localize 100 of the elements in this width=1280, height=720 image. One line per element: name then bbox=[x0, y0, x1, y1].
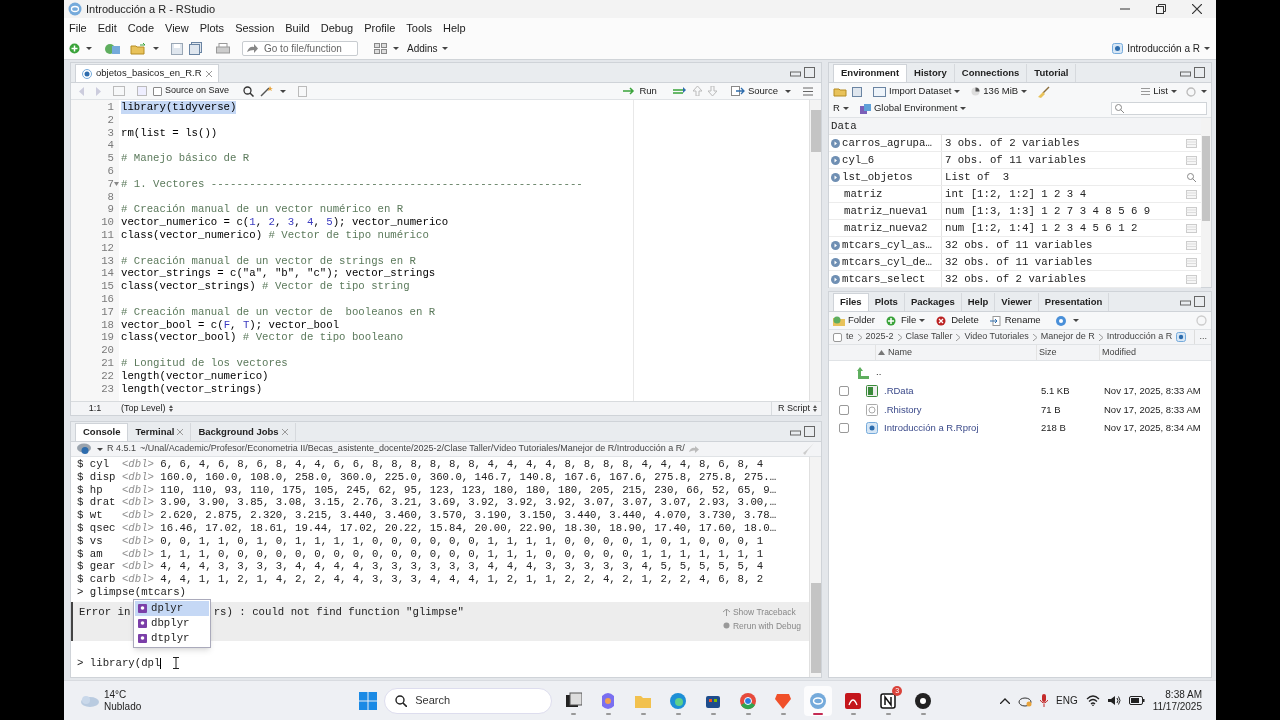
expand-icon[interactable] bbox=[831, 240, 840, 250]
goto-file-field[interactable]: Go to file/function bbox=[242, 41, 358, 56]
show-in-window-icon[interactable] bbox=[113, 86, 125, 96]
expand-icon[interactable] bbox=[831, 274, 840, 284]
save-icon[interactable] bbox=[137, 86, 147, 96]
restore-icon[interactable] bbox=[1156, 4, 1166, 14]
run-button[interactable]: Run bbox=[623, 83, 657, 99]
variable-name[interactable]: carros_agrupa… bbox=[842, 135, 932, 152]
menu-item[interactable]: File bbox=[69, 19, 87, 37]
maximize-pane-icon[interactable] bbox=[1194, 296, 1205, 307]
scrollbar[interactable] bbox=[1201, 118, 1211, 287]
source-on-save-checkbox[interactable]: Source on Save bbox=[153, 84, 230, 98]
print-icon[interactable] bbox=[216, 42, 230, 55]
rerun-icon[interactable] bbox=[672, 86, 687, 96]
close-icon[interactable] bbox=[1192, 4, 1202, 14]
rename-button[interactable]: Rename bbox=[989, 313, 1041, 328]
column-header[interactable]: Size bbox=[1037, 345, 1100, 360]
taskbar-search-field[interactable]: Search bbox=[384, 687, 553, 714]
clock-time[interactable]: 8:38 AM bbox=[1165, 688, 1202, 701]
menu-item[interactable]: Help bbox=[443, 19, 466, 37]
scrollbar[interactable] bbox=[809, 457, 821, 677]
battery-icon[interactable] bbox=[1128, 696, 1145, 705]
save-all-icon[interactable] bbox=[189, 42, 202, 55]
minimize-pane-icon[interactable] bbox=[790, 427, 801, 436]
magic-wand-icon[interactable] bbox=[260, 85, 275, 97]
variable-name[interactable]: mtcars_cyl_de… bbox=[842, 254, 932, 271]
load-workspace-icon[interactable] bbox=[833, 86, 847, 97]
scrollbar[interactable] bbox=[809, 100, 821, 401]
expand-icon[interactable] bbox=[831, 172, 840, 182]
breadcrumb-link[interactable]: Introducción a R bbox=[1106, 330, 1173, 344]
variable-name[interactable]: cyl_6 bbox=[842, 152, 875, 169]
open-folder-icon[interactable] bbox=[130, 42, 147, 55]
search-icon[interactable] bbox=[243, 85, 255, 97]
broom-icon[interactable] bbox=[1038, 85, 1051, 98]
menu-icon[interactable] bbox=[803, 86, 813, 96]
maximize-pane-icon[interactable] bbox=[1194, 67, 1205, 78]
minimize-pane-icon[interactable] bbox=[1180, 297, 1191, 306]
file-link[interactable]: Introducción a R.Rproj bbox=[884, 421, 1039, 436]
more-button[interactable]: ... bbox=[1194, 330, 1207, 344]
refresh-icon[interactable] bbox=[1186, 86, 1196, 97]
file-tab[interactable]: objetos_basicos_en_R.R bbox=[75, 64, 219, 82]
menu-item[interactable]: Session bbox=[235, 19, 275, 37]
chevron-up-icon[interactable] bbox=[1000, 697, 1010, 704]
r-version-icon[interactable] bbox=[77, 443, 91, 455]
breadcrumb-link[interactable]: Manejor de R bbox=[1040, 330, 1095, 344]
project-icon[interactable] bbox=[104, 42, 120, 55]
breadcrumb-link[interactable]: Video Tutoriales bbox=[964, 330, 1029, 344]
cloud-sync-icon[interactable] bbox=[1018, 694, 1032, 707]
grid-layout-icon[interactable] bbox=[374, 43, 387, 54]
clock-date[interactable]: 11/17/2025 bbox=[1152, 700, 1202, 713]
menu-item[interactable]: Debug bbox=[320, 19, 354, 37]
parent-folder-link[interactable]: .. bbox=[876, 365, 882, 380]
breadcrumb-link[interactable]: te bbox=[846, 330, 854, 344]
tab[interactable]: Environment bbox=[833, 64, 908, 82]
language-selector[interactable]: R bbox=[833, 101, 849, 116]
variable-name[interactable]: mtcars_select bbox=[842, 271, 926, 288]
menu-item[interactable]: Tools bbox=[406, 19, 433, 37]
new-folder-button[interactable]: Folder bbox=[833, 313, 875, 328]
expand-icon[interactable] bbox=[831, 155, 840, 165]
maximize-pane-icon[interactable] bbox=[804, 426, 815, 437]
environment-selector[interactable]: Global Environment bbox=[859, 101, 967, 116]
speaker-icon[interactable] bbox=[1107, 695, 1121, 706]
checkbox[interactable] bbox=[839, 404, 849, 415]
go-to-directory-icon[interactable] bbox=[688, 445, 699, 453]
menu-item[interactable]: Build bbox=[285, 19, 310, 37]
microphone-icon[interactable] bbox=[1040, 694, 1048, 707]
new-file-button[interactable]: File bbox=[885, 313, 926, 328]
file-type-selector[interactable]: R Script bbox=[771, 401, 817, 416]
completion-item[interactable]: dplyr bbox=[135, 601, 209, 616]
variable-name[interactable]: mtcars_cyl_as… bbox=[842, 237, 932, 254]
start-icon[interactable] bbox=[359, 691, 378, 710]
maximize-pane-icon[interactable] bbox=[804, 67, 815, 78]
fold-arrow-icon[interactable] bbox=[114, 182, 119, 187]
completion-item[interactable]: dbplyr bbox=[135, 616, 209, 631]
variable-name[interactable]: lst_objetos bbox=[842, 169, 913, 186]
menu-item[interactable]: Code bbox=[127, 19, 154, 37]
save-workspace-icon[interactable] bbox=[852, 86, 862, 97]
keyboard-language[interactable]: ENG bbox=[1056, 693, 1078, 708]
gear-icon[interactable] bbox=[1053, 314, 1068, 327]
view-mode-button[interactable]: List bbox=[1141, 84, 1177, 99]
checkbox[interactable] bbox=[839, 423, 849, 434]
column-header[interactable]: Modified bbox=[1100, 345, 1211, 360]
up-level-icon[interactable] bbox=[857, 366, 869, 379]
search-field[interactable] bbox=[1111, 102, 1207, 115]
console-input[interactable]: > library(dpl bbox=[77, 656, 161, 670]
minimize-pane-icon[interactable] bbox=[790, 68, 801, 77]
minimize-pane-icon[interactable] bbox=[1180, 68, 1191, 77]
expand-icon[interactable] bbox=[831, 257, 840, 267]
completion-item[interactable]: dtplyr bbox=[135, 631, 209, 646]
scope-selector[interactable]: (Top Level) bbox=[121, 401, 173, 416]
memory-usage-button[interactable]: 136 MiB bbox=[971, 84, 1028, 99]
menu-item[interactable]: View bbox=[165, 19, 189, 37]
menu-item[interactable]: Plots bbox=[199, 19, 225, 37]
file-link[interactable]: .Rhistory bbox=[884, 402, 1039, 417]
source-button[interactable]: Source bbox=[730, 83, 791, 99]
new-file-icon[interactable] bbox=[69, 43, 80, 54]
expand-icon[interactable] bbox=[831, 138, 840, 148]
breadcrumb-link[interactable]: 2025-2 bbox=[865, 330, 894, 344]
project-menu-button[interactable]: Introducción a R bbox=[1112, 41, 1210, 56]
import-dataset-button[interactable]: Import Dataset bbox=[873, 84, 961, 99]
